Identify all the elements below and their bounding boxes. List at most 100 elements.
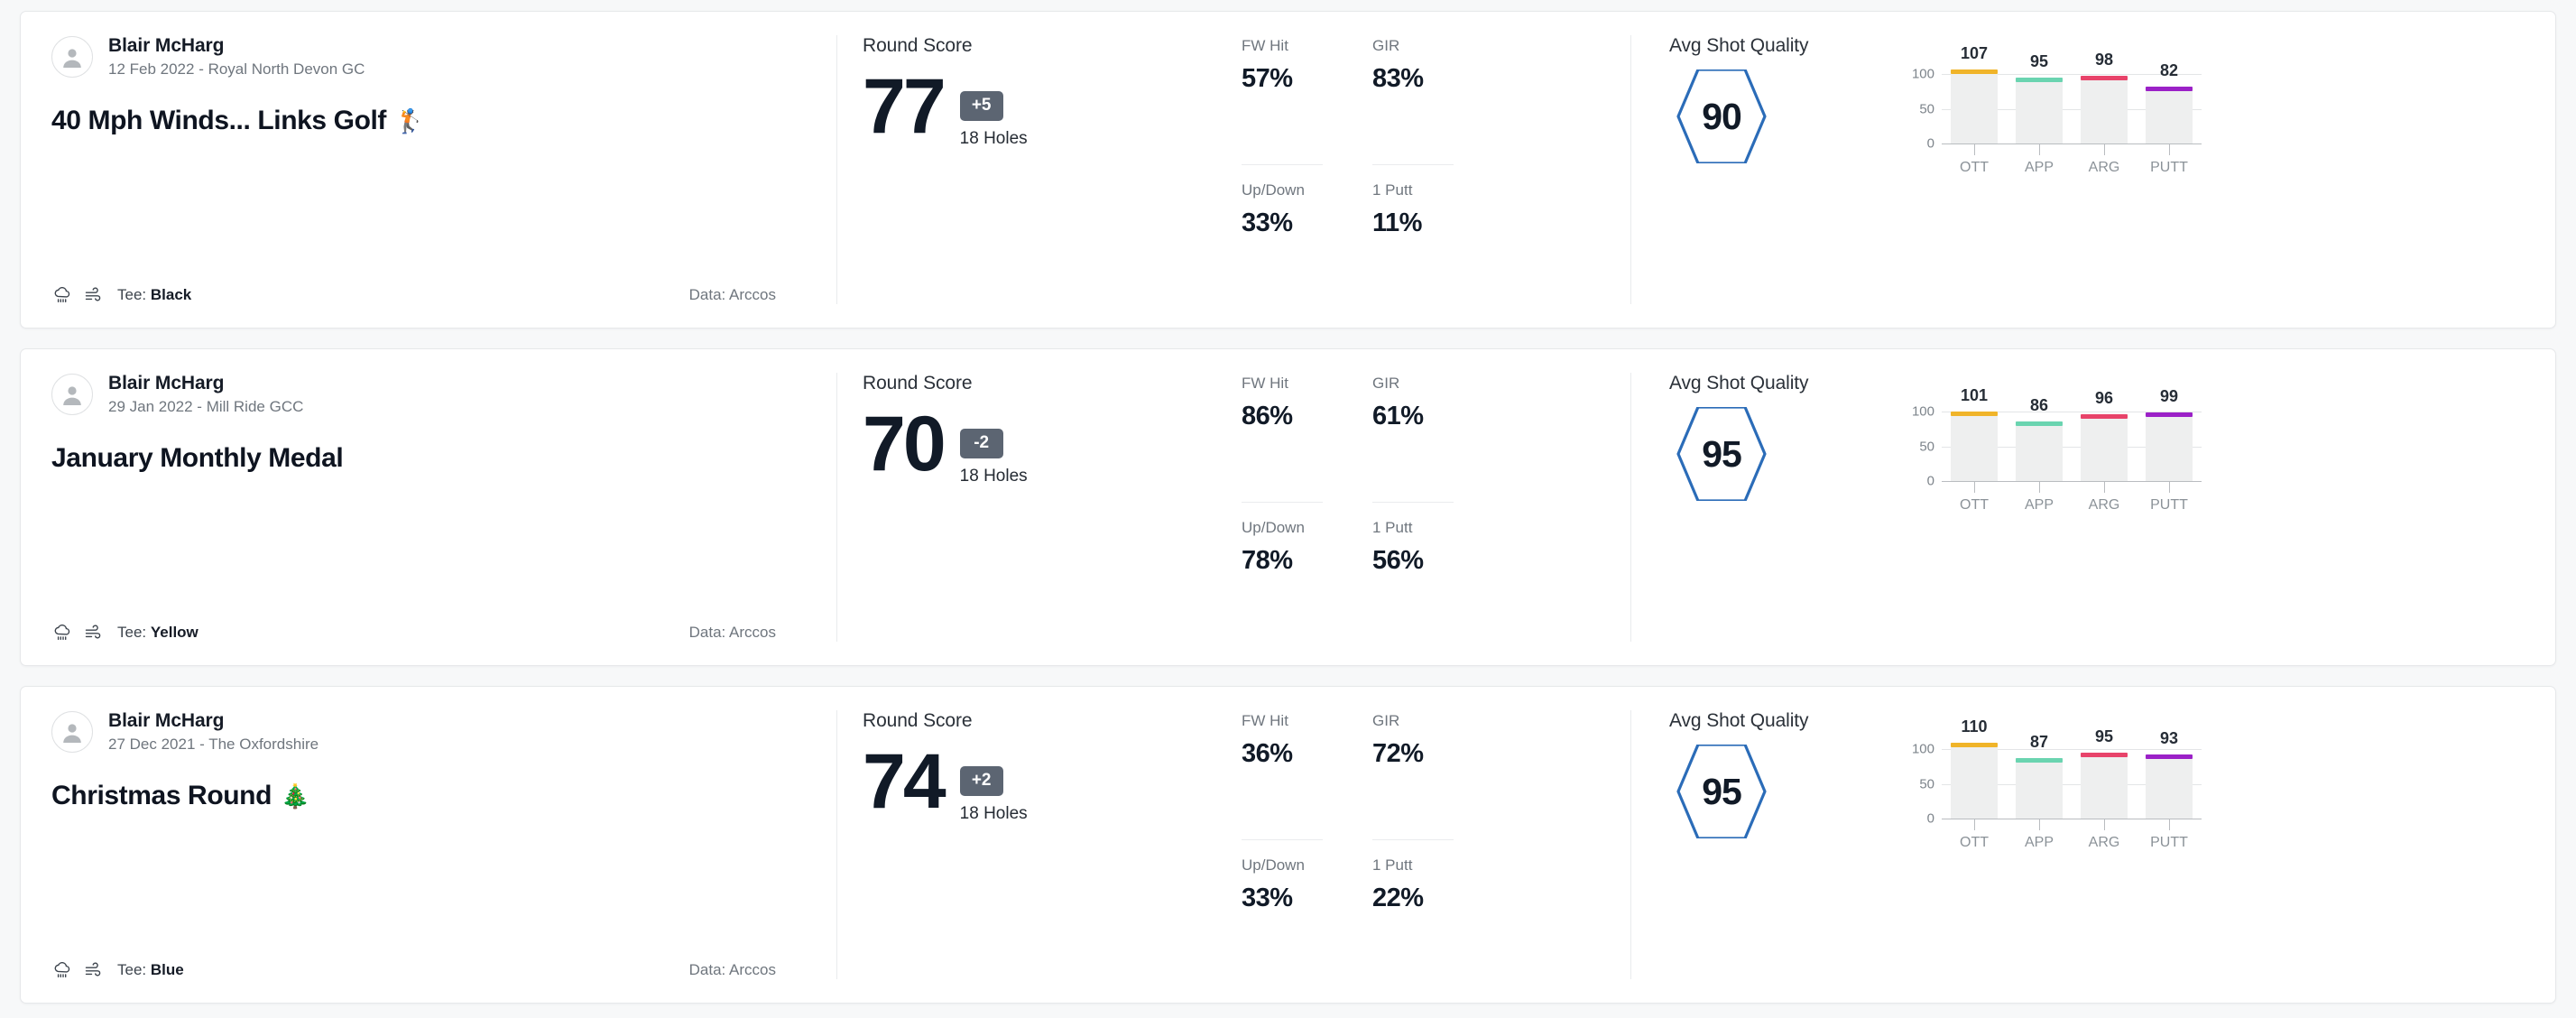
chart-bar-slot[interactable]: 95 <box>2081 727 2128 819</box>
chart-tick-row <box>1942 143 2202 158</box>
round-title: Christmas Round <box>51 781 272 810</box>
stat-value: 36% <box>1242 739 1293 768</box>
round-title-row[interactable]: January Monthly Medal <box>51 443 807 474</box>
user-row[interactable]: Blair McHarg 27 Dec 2021 - The Oxfordshir… <box>51 710 807 754</box>
wind-icon <box>83 622 105 643</box>
x-axis-tick <box>2146 143 2193 158</box>
chart-bar[interactable] <box>1951 411 1998 481</box>
score-stats-pane: Round Score 70 -2 18 Holes FW Hit 86% GIR 61% Up… <box>837 349 1631 665</box>
avatar[interactable] <box>51 36 93 78</box>
chart-bar[interactable] <box>2146 87 2193 143</box>
bar-cap-putt <box>2146 754 2193 759</box>
stat-label: GIR <box>1372 375 1400 392</box>
bar-value-label: 93 <box>2159 728 2179 747</box>
chart-bar[interactable] <box>2016 78 2063 143</box>
chart-bar[interactable] <box>2081 414 2128 481</box>
round-card[interactable]: Blair McHarg 12 Feb 2022 - Royal North De… <box>20 11 2556 329</box>
shot-quality-bar-chart: 100 50 0 110 87 95 93 OTT APP ARG PUTT <box>1904 717 2202 853</box>
round-title-emoji-icon: 🎄 <box>281 782 310 810</box>
round-score-heading: Round Score <box>863 710 973 731</box>
chart-tick-row <box>1942 819 2202 833</box>
chart-xlabel-row: OTT APP ARG PUTT <box>1942 497 2202 514</box>
chart-bar-slot[interactable]: 110 <box>1951 717 1998 819</box>
bar-cap-arg <box>2081 414 2128 420</box>
chart-bar[interactable] <box>2016 421 2063 481</box>
y-axis-tick-label: 100 <box>1911 741 1934 757</box>
chart-xlabel-row: OTT APP ARG PUTT <box>1942 160 2202 176</box>
x-axis-tick <box>2081 819 2128 833</box>
stat-value: 56% <box>1372 545 1424 575</box>
stat-label: GIR <box>1372 712 1400 729</box>
round-title-row[interactable]: Christmas Round 🎄 <box>51 781 807 811</box>
bar-value-label: 107 <box>1960 43 1989 62</box>
bar-cap-ott <box>1951 411 1998 416</box>
stat-label: Up/Down <box>1242 856 1305 874</box>
x-axis-tick <box>2081 481 2128 495</box>
stat-value: 22% <box>1372 883 1424 912</box>
user-text: Blair McHarg 29 Jan 2022 - Mill Ride GCC <box>108 373 303 416</box>
chart-bar-slot[interactable]: 86 <box>2016 396 2063 481</box>
chart-bar[interactable] <box>1951 742 1998 819</box>
tee-color-value: Yellow <box>150 624 199 641</box>
stat-gir: GIR 61% <box>1372 375 1454 503</box>
round-score-heading: Round Score <box>863 373 973 393</box>
chart-bar-slot[interactable]: 101 <box>1951 386 1998 481</box>
avg-shot-quality-heading: Avg Shot Quality <box>1669 35 1809 56</box>
chart-bar-slot[interactable]: 95 <box>2016 52 2063 143</box>
y-axis-tick-label: 0 <box>1926 810 1934 827</box>
stat-gir: GIR 72% <box>1372 712 1454 840</box>
x-axis-label: OTT <box>1960 160 1989 175</box>
round-title-row[interactable]: 40 Mph Winds... Links Golf 🏌️ <box>51 106 807 136</box>
chart-bar[interactable] <box>2016 758 2063 819</box>
x-axis-tick <box>2016 819 2063 833</box>
score-stats-pane: Round Score 77 +5 18 Holes FW Hit 57% GIR 83% Up… <box>837 12 1631 328</box>
chart-bar-slot[interactable]: 93 <box>2146 729 2193 819</box>
chart-tick-row <box>1942 481 2202 495</box>
avatar[interactable] <box>51 374 93 415</box>
x-axis-label: OTT <box>1960 497 1989 513</box>
avatar[interactable] <box>51 711 93 753</box>
chart-bar[interactable] <box>2081 753 2128 819</box>
conditions-row: Tee: Yellow <box>51 622 199 643</box>
user-name: Blair McHarg <box>108 710 225 731</box>
round-card[interactable]: Blair McHarg 29 Jan 2022 - Mill Ride GCC J… <box>20 348 2556 666</box>
chart-bar-slot[interactable]: 107 <box>1951 44 1998 143</box>
data-source-label: Data: Arccos <box>688 286 776 303</box>
chart-bar-slot[interactable]: 82 <box>2146 60 2193 143</box>
round-card[interactable]: Blair McHarg 27 Dec 2021 - The Oxfordshir… <box>20 686 2556 1004</box>
bar-value-label: 95 <box>2094 727 2114 746</box>
stats-grid: FW Hit 86% GIR 61% Up/Down 78% 1 Putt 56% <box>1242 373 1454 643</box>
stat-one-putt: 1 Putt 11% <box>1372 165 1454 307</box>
user-row[interactable]: Blair McHarg 29 Jan 2022 - Mill Ride GCC <box>51 373 807 416</box>
data-source-label: Data: Arccos <box>688 961 776 978</box>
bar-value-label: 86 <box>2029 396 2049 415</box>
bar-cap-ott <box>1951 742 1998 747</box>
chart-bar-slot[interactable]: 98 <box>2081 51 2128 143</box>
stats-grid: FW Hit 57% GIR 83% Up/Down 33% 1 Putt 11% <box>1242 35 1454 306</box>
tee-label: Tee: Black <box>117 286 191 304</box>
chart-bar[interactable] <box>2146 412 2193 481</box>
score-side: +2 18 Holes <box>959 746 1028 824</box>
chart-bars: 110 87 95 93 <box>1942 717 2202 819</box>
chart-bar-slot[interactable]: 99 <box>2146 387 2193 481</box>
chart-bar[interactable] <box>2146 754 2193 819</box>
stats-grid: FW Hit 36% GIR 72% Up/Down 33% 1 Putt 22% <box>1242 710 1454 981</box>
stat-value: 11% <box>1372 208 1422 237</box>
x-axis-label: APP <box>2024 835 2054 850</box>
stat-up-down: Up/Down 78% <box>1242 503 1323 644</box>
round-summary-pane: Blair McHarg 29 Jan 2022 - Mill Ride GCC J… <box>21 349 837 665</box>
stat-value: 78% <box>1242 545 1293 575</box>
x-axis-label: ARG <box>2088 497 2120 513</box>
shot-quality-pane: Avg Shot Quality 95 100 50 0 110 87 95 93 OTT APP A… <box>1631 687 2555 1003</box>
chart-bar-slot[interactable]: 96 <box>2081 389 2128 481</box>
user-row[interactable]: Blair McHarg 12 Feb 2022 - Royal North De… <box>51 35 807 79</box>
chart-bar[interactable] <box>1951 69 1998 143</box>
stat-one-putt: 1 Putt 56% <box>1372 503 1454 644</box>
chart-bar-slot[interactable]: 87 <box>2016 733 2063 819</box>
shot-quality-pane: Avg Shot Quality 90 100 50 0 107 95 98 82 OTT APP A… <box>1631 12 2555 328</box>
bar-value-label: 110 <box>1961 717 1988 736</box>
stat-fw-hit: FW Hit 57% <box>1242 37 1323 165</box>
chart-bar[interactable] <box>2081 75 2128 143</box>
round-summary-pane: Blair McHarg 27 Dec 2021 - The Oxfordshir… <box>21 687 837 1003</box>
user-text: Blair McHarg 27 Dec 2021 - The Oxfordshir… <box>108 710 319 754</box>
